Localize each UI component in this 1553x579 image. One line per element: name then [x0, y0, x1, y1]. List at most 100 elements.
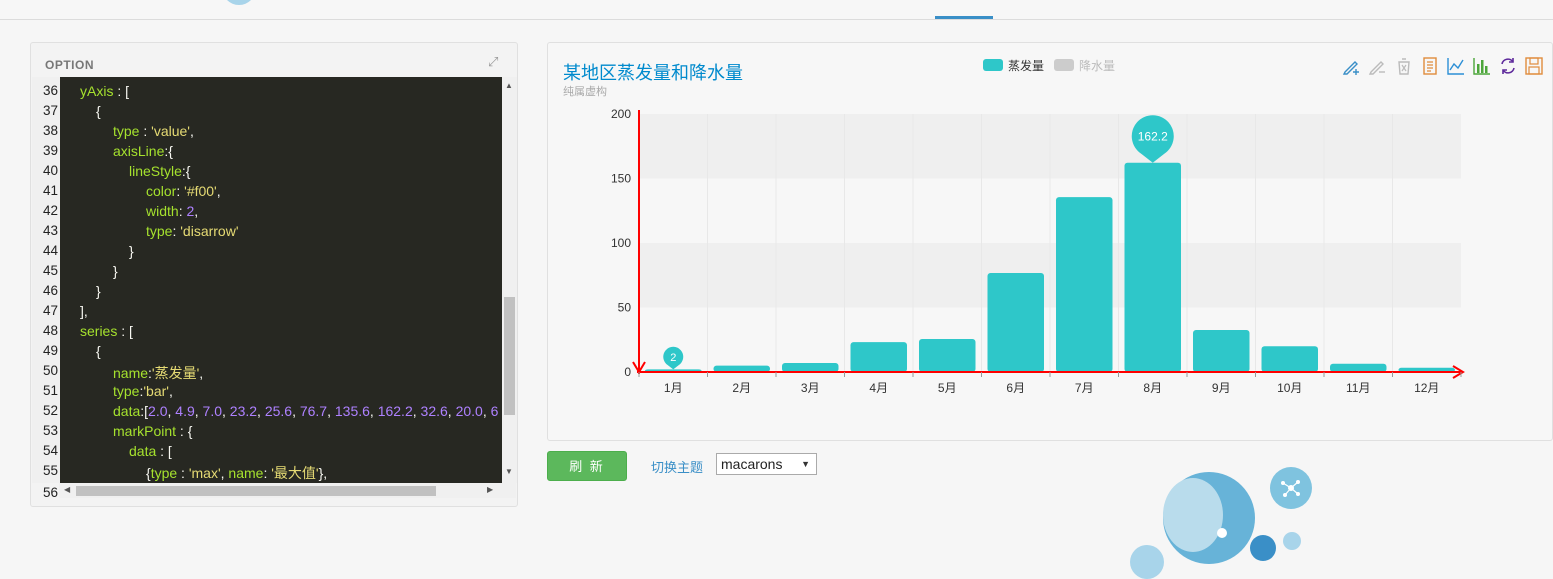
code-line: type:'bar',: [113, 383, 173, 399]
line-number: 40: [42, 163, 58, 178]
y-tick-label: 150: [611, 172, 631, 186]
x-tick-label: 11月: [1346, 381, 1370, 395]
bar[interactable]: [782, 362, 839, 372]
code-number: 76.7: [299, 403, 328, 419]
scroll-right-icon[interactable]: ▶: [487, 485, 493, 494]
theme-select[interactable]: macarons ▼: [716, 453, 817, 475]
y-tick-label: 100: [611, 236, 631, 250]
code-line: {: [96, 343, 101, 359]
line-number: 36: [42, 83, 58, 98]
vertical-scrollbar[interactable]: ▲ ▼: [502, 77, 517, 483]
top-navbar: [0, 0, 1553, 20]
code-line: series : [: [80, 323, 133, 339]
mark-point-label: 162.2: [1138, 130, 1168, 144]
code-line: {: [96, 103, 101, 119]
line-icon[interactable]: [1446, 56, 1466, 76]
legend-swatch: [983, 59, 1003, 71]
x-tick-label: 3月: [801, 381, 820, 395]
legend-item-precipitation[interactable]: 降水量: [1054, 57, 1115, 74]
line-number: 52: [42, 403, 58, 418]
code-line: }: [113, 263, 118, 279]
code-line: }: [96, 283, 101, 299]
bar[interactable]: [1261, 346, 1319, 372]
horizontal-scroll-thumb[interactable]: [76, 486, 436, 496]
x-tick-label: 5月: [938, 381, 957, 395]
scroll-down-icon[interactable]: ▼: [505, 467, 513, 476]
x-tick-label: 12月: [1414, 381, 1439, 395]
line-number: 48: [42, 323, 58, 338]
code-line: lineStyle:{: [129, 163, 191, 179]
code-line: }: [129, 243, 134, 259]
line-number: 56: [42, 485, 58, 500]
logo: [222, 0, 256, 5]
x-tick-label: 1月: [664, 381, 683, 395]
x-tick-label: 4月: [869, 381, 888, 395]
data-view-icon[interactable]: [1420, 56, 1440, 76]
x-tick-label: 10月: [1277, 381, 1302, 395]
bar[interactable]: [1330, 363, 1387, 372]
line-number: 47: [42, 303, 58, 318]
code-line: axisLine:{: [113, 143, 173, 159]
x-tick-label: 7月: [1075, 381, 1094, 395]
active-tab-indicator: [935, 16, 993, 19]
code-number: 162.2: [377, 403, 413, 419]
mark-undo-icon[interactable]: [1368, 56, 1388, 76]
option-panel: OPTION ⤢ 36 37 38 39 40 41 42 43 44 45 46 47 48 49 50 5…: [30, 42, 518, 507]
chart-subtitle: 纯属虚构: [563, 86, 607, 98]
code-number: 4.9: [175, 403, 195, 419]
code-line: data:[2.0, 4.9, 7.0, 23.2, 25.6, 76.7, 1…: [113, 403, 499, 419]
theme-select-value: macarons: [721, 456, 783, 472]
code-number: 7.0: [202, 403, 222, 419]
refresh-button[interactable]: 刷 新: [547, 451, 627, 481]
bar[interactable]: [850, 342, 908, 372]
legend-item-evaporation[interactable]: 蒸发量: [983, 57, 1044, 74]
chart-panel: 0 50 100 150 200 1月 2月 3月 4月 5月 6月 7月 8月 9月 10月 11月 12月 1…: [547, 42, 1553, 441]
bar[interactable]: [1056, 197, 1113, 372]
code-number: 25.6: [264, 403, 293, 419]
scroll-left-icon[interactable]: ◀: [64, 485, 70, 494]
code-line: name:'蒸发量',: [113, 365, 204, 381]
decorative-bubble: [1163, 478, 1223, 552]
code-number: 2.0: [148, 403, 168, 419]
code-number: 20.0: [455, 403, 483, 419]
mark-clear-icon[interactable]: [1394, 56, 1414, 76]
decorative-bubble: [1217, 528, 1227, 538]
bar[interactable]: [987, 273, 1045, 372]
line-number: 53: [42, 423, 58, 438]
x-tick-label: 2月: [732, 381, 751, 395]
mark-point-label: 2: [670, 352, 676, 364]
chart-title[interactable]: 某地区蒸发量和降水量: [563, 59, 743, 85]
line-number: 44: [42, 243, 58, 258]
bar[interactable]: [919, 338, 976, 372]
legend-swatch: [1054, 59, 1075, 71]
chart-legend: 蒸发量 降水量: [983, 57, 1125, 73]
bar[interactable]: [1124, 162, 1182, 372]
save-image-icon[interactable]: [1524, 56, 1544, 76]
code-editor[interactable]: 36 37 38 39 40 41 42 43 44 45 46 47 48 49 50 51 52 53 54 55…: [32, 77, 517, 483]
restore-icon[interactable]: [1498, 56, 1518, 76]
mark-icon[interactable]: [1342, 56, 1362, 76]
code-line: data : [: [129, 443, 172, 459]
vertical-scroll-thumb[interactable]: [504, 297, 515, 415]
line-number: 54: [42, 443, 58, 458]
code-line: type : 'value',: [113, 123, 194, 139]
x-tick-label: 6月: [1006, 381, 1025, 395]
line-number: 37: [42, 103, 58, 118]
line-number: 50: [42, 363, 58, 378]
line-number: 51: [42, 383, 58, 398]
bar-icon[interactable]: [1472, 56, 1492, 76]
decorative-bubble: [1250, 535, 1276, 561]
code-line: width: 2,: [146, 203, 199, 219]
expand-icon[interactable]: ⤢: [488, 55, 502, 69]
scroll-up-icon[interactable]: ▲: [505, 81, 513, 90]
line-number: 55: [42, 463, 58, 478]
network-icon: [1281, 480, 1300, 497]
option-panel-title: OPTION: [45, 58, 95, 72]
y-tick-label: 50: [618, 301, 632, 315]
theme-label: 切换主题: [651, 460, 704, 475]
line-number: 43: [42, 223, 58, 238]
horizontal-scrollbar[interactable]: ◀ ▶: [59, 483, 516, 498]
bar[interactable]: [1193, 329, 1250, 372]
line-number: 39: [42, 143, 58, 158]
legend-label: 蒸发量: [1008, 58, 1045, 73]
